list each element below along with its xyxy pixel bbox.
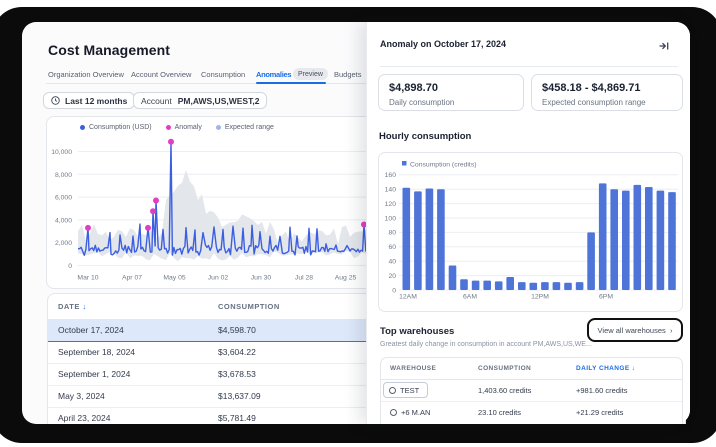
svg-text:60: 60	[388, 244, 396, 251]
svg-text:120: 120	[385, 201, 397, 208]
svg-text:6AM: 6AM	[463, 294, 477, 301]
svg-text:20: 20	[388, 273, 396, 280]
svg-text:12PM: 12PM	[531, 294, 549, 301]
svg-text:100: 100	[385, 215, 397, 222]
svg-text:12AM: 12AM	[399, 294, 417, 301]
svg-text:80: 80	[388, 230, 396, 237]
svg-text:140: 140	[385, 187, 397, 194]
svg-text:6PM: 6PM	[599, 294, 613, 301]
svg-text:160: 160	[385, 172, 397, 179]
svg-text:Consumption (credits): Consumption (credits)	[410, 162, 476, 169]
svg-text:0: 0	[392, 287, 396, 294]
svg-text:40: 40	[388, 259, 396, 266]
